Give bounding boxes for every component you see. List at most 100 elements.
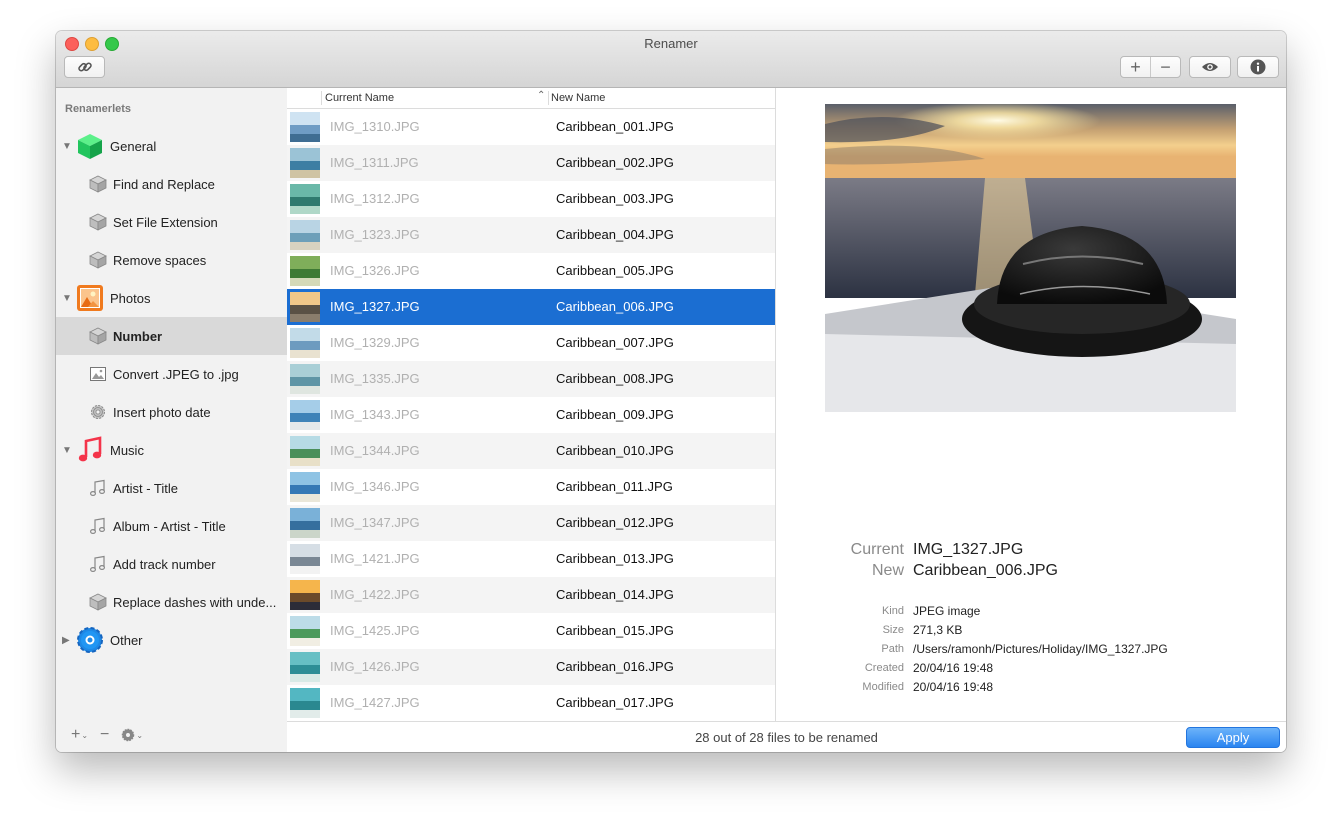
size-value: 271,3 KB	[913, 623, 963, 637]
status-bar: 28 out of 28 files to be renamed Apply	[287, 721, 1286, 752]
modified-value: 20/04/16 19:48	[913, 680, 994, 694]
photos-icon	[77, 285, 103, 311]
photo-thumbnail	[290, 544, 320, 574]
current-name-cell: IMG_1343.JPG	[330, 407, 420, 422]
current-name-cell: IMG_1422.JPG	[330, 587, 420, 602]
current-name-cell: IMG_1312.JPG	[330, 191, 420, 206]
disclosure-expanded-icon[interactable]: ▼	[62, 445, 72, 456]
new-name-cell: Caribbean_003.JPG	[556, 191, 674, 206]
file-row[interactable]: IMG_1422.JPG Caribbean_014.JPG	[287, 577, 775, 613]
file-row[interactable]: IMG_1335.JPG Caribbean_008.JPG	[287, 361, 775, 397]
file-row[interactable]: IMG_1344.JPG Caribbean_010.JPG	[287, 433, 775, 469]
file-row[interactable]: IMG_1327.JPG Caribbean_006.JPG	[287, 289, 775, 325]
add-files-button[interactable]: +	[1121, 57, 1150, 77]
new-name-cell: Caribbean_010.JPG	[556, 443, 674, 458]
created-label: Created	[864, 662, 904, 674]
eye-icon	[1202, 63, 1218, 71]
group-label: Other	[110, 632, 143, 648]
file-row[interactable]: IMG_1426.JPG Caribbean_016.JPG	[287, 649, 775, 685]
preview-toggle-button[interactable]	[1189, 56, 1231, 78]
file-row[interactable]: IMG_1343.JPG Caribbean_009.JPG	[287, 397, 775, 433]
file-row[interactable]: IMG_1311.JPG Caribbean_002.JPG	[287, 145, 775, 181]
group-general[interactable]: ▼ General	[56, 127, 287, 165]
group-other[interactable]: ▶ Other	[56, 621, 287, 659]
blue-gear-icon	[77, 627, 103, 653]
cube-icon	[89, 327, 107, 345]
renamerlet-remove-spaces[interactable]: Remove spaces	[56, 241, 287, 279]
renamerlet-artist-title[interactable]: Artist - Title	[56, 469, 287, 507]
group-label: Music	[110, 442, 144, 458]
file-row[interactable]: IMG_1323.JPG Caribbean_004.JPG	[287, 217, 775, 253]
renamerlet-label: Insert photo date	[113, 404, 211, 420]
app-window: Renamer + − Renamerlets ▼ General Find a…	[56, 31, 1286, 752]
photo-thumbnail	[290, 292, 320, 322]
renamerlet-actions-button[interactable]: ⌄	[121, 728, 143, 742]
disclosure-expanded-icon[interactable]: ▼	[62, 293, 72, 304]
group-label: Photos	[110, 290, 151, 306]
file-row[interactable]: IMG_1326.JPG Caribbean_005.JPG	[287, 253, 775, 289]
renamerlet-replace-dashes[interactable]: Replace dashes with unde...	[56, 583, 287, 621]
photo-thumbnail	[290, 256, 320, 286]
new-name-cell: Caribbean_006.JPG	[556, 299, 674, 314]
add-renamerlet-button[interactable]: + ⌄	[71, 726, 88, 744]
remove-renamerlet-button[interactable]: −	[100, 726, 109, 744]
current-name-cell: IMG_1329.JPG	[330, 335, 420, 350]
new-name-cell: Caribbean_016.JPG	[556, 659, 674, 674]
new-name-cell: Caribbean_011.JPG	[556, 479, 673, 494]
group-photos[interactable]: ▼ Photos	[56, 279, 287, 317]
music-note-icon	[89, 555, 106, 573]
disclosure-expanded-icon[interactable]: ▼	[62, 141, 72, 152]
file-row[interactable]: IMG_1329.JPG Caribbean_007.JPG	[287, 325, 775, 361]
file-row[interactable]: IMG_1427.JPG Caribbean_017.JPG	[287, 685, 775, 721]
photo-thumbnail	[290, 688, 320, 718]
current-name-cell: IMG_1327.JPG	[330, 299, 420, 314]
column-header-current-name[interactable]: Current Name	[325, 92, 394, 104]
file-row[interactable]: IMG_1347.JPG Caribbean_012.JPG	[287, 505, 775, 541]
column-header-new-name[interactable]: New Name	[551, 92, 605, 104]
green-cube-icon	[78, 134, 102, 159]
renamerlet-label: Convert .JPEG to .jpg	[113, 366, 239, 382]
info-icon	[1250, 59, 1266, 75]
photo-thumbnail	[290, 184, 320, 214]
file-row[interactable]: IMG_1421.JPG Caribbean_013.JPG	[287, 541, 775, 577]
info-button[interactable]	[1237, 56, 1279, 78]
file-row[interactable]: IMG_1310.JPG Caribbean_001.JPG	[287, 109, 775, 145]
cube-icon	[89, 213, 107, 231]
kind-value: JPEG image	[913, 604, 981, 618]
photo-thumbnail	[290, 328, 320, 358]
file-row[interactable]: IMG_1312.JPG Caribbean_003.JPG	[287, 181, 775, 217]
sort-ascending-icon: ⌃	[537, 90, 546, 101]
disclosure-collapsed-icon[interactable]: ▶	[62, 635, 70, 646]
new-name-cell: Caribbean_013.JPG	[556, 551, 674, 566]
remove-files-button[interactable]: −	[1150, 57, 1180, 77]
link-icon	[77, 62, 92, 72]
renamerlet-album-artist-title[interactable]: Album - Artist - Title	[56, 507, 287, 545]
renamerlet-set-file-extension[interactable]: Set File Extension	[56, 203, 287, 241]
created-value: 20/04/16 19:48	[913, 661, 994, 675]
path-value: /Users/ramonh/Pictures/Holiday/IMG_1327.…	[913, 642, 1168, 656]
renamerlet-number[interactable]: Number	[56, 317, 287, 355]
current-name-cell: IMG_1427.JPG	[330, 695, 420, 710]
photo-thumbnail	[290, 616, 320, 646]
modified-label: Modified	[862, 681, 904, 693]
renamerlet-add-track-number[interactable]: Add track number	[56, 545, 287, 583]
image-icon	[90, 367, 106, 381]
renamerlet-insert-photo-date[interactable]: Insert photo date	[56, 393, 287, 431]
group-music[interactable]: ▼ Music	[56, 431, 287, 469]
renamerlet-find-and-replace[interactable]: Find and Replace	[56, 165, 287, 203]
photo-thumbnail	[290, 148, 320, 178]
renamerlets-sidebar: Renamerlets ▼ General Find and Replace S…	[56, 88, 288, 752]
link-button[interactable]	[64, 56, 105, 78]
renamerlet-convert-jpeg[interactable]: Convert .JPEG to .jpg	[56, 355, 287, 393]
new-name-cell: Caribbean_014.JPG	[556, 587, 674, 602]
current-name-cell: IMG_1311.JPG	[330, 155, 419, 170]
file-row[interactable]: IMG_1346.JPG Caribbean_011.JPG	[287, 469, 775, 505]
current-name-cell: IMG_1347.JPG	[330, 515, 420, 530]
photo-thumbnail	[290, 580, 320, 610]
current-name-cell: IMG_1425.JPG	[330, 623, 420, 638]
add-remove-segmented: + −	[1120, 56, 1181, 78]
apply-button[interactable]: Apply	[1186, 727, 1280, 748]
file-row[interactable]: IMG_1425.JPG Caribbean_015.JPG	[287, 613, 775, 649]
new-label: New	[871, 562, 904, 579]
new-name-cell: Caribbean_002.JPG	[556, 155, 674, 170]
